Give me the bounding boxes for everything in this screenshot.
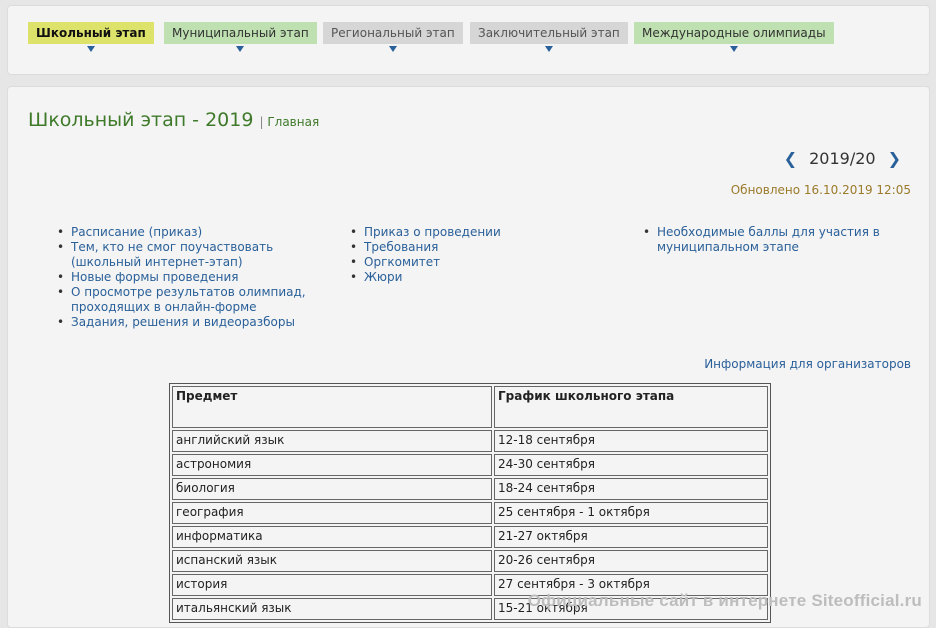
column-header-subject: Предмет bbox=[172, 386, 492, 428]
list-item: Тем, кто не смог поучаствовать (школьный… bbox=[57, 240, 317, 270]
list-item: Расписание (приказ) bbox=[57, 225, 317, 240]
list-item: Задания, решения и видеоразборы bbox=[57, 315, 317, 330]
subject-cell: английский язык bbox=[172, 430, 492, 452]
list-item: Жюри bbox=[350, 270, 610, 285]
title-text: Школьный этап - 2019 bbox=[28, 109, 254, 131]
main-content-panel: Школьный этап - 2019 | Главная ❮ 2019/20… bbox=[7, 86, 930, 628]
tab-label: Муниципальный этап bbox=[172, 26, 309, 40]
watermark-text: Официальные сайт в интернете Siteofficia… bbox=[527, 591, 922, 610]
date-cell: 20-26 сентября bbox=[494, 550, 768, 572]
tab-municipal-stage[interactable]: Муниципальный этап bbox=[164, 22, 317, 52]
list-item: Новые формы проведения bbox=[57, 270, 317, 285]
table-row: английский язык 12-18 сентября bbox=[172, 430, 768, 452]
tab-label: Школьный этап bbox=[36, 26, 146, 40]
tab-label: Региональный этап bbox=[331, 26, 455, 40]
link-schedule-order[interactable]: Расписание (приказ) bbox=[71, 225, 202, 239]
organizers-info-link[interactable]: Информация для организаторов bbox=[704, 357, 911, 371]
subject-cell: информатика bbox=[172, 526, 492, 548]
tab-international[interactable]: Международные олимпиады bbox=[634, 22, 834, 52]
link-tasks-solutions[interactable]: Задания, решения и видеоразборы bbox=[71, 315, 295, 329]
dropdown-triangle-icon bbox=[729, 46, 738, 52]
links-column-2: Приказ о проведении Требования Оргкомите… bbox=[350, 225, 610, 285]
page-title: Школьный этап - 2019 | Главная bbox=[28, 109, 319, 131]
list-item: Оргкомитет bbox=[350, 255, 610, 270]
table-row: информатика 21-27 октября bbox=[172, 526, 768, 548]
subject-cell: история bbox=[172, 574, 492, 596]
tab-label: Международные олимпиады bbox=[642, 26, 826, 40]
table-row: география 25 сентября - 1 октября bbox=[172, 502, 768, 524]
link-requirements[interactable]: Требования bbox=[364, 240, 438, 254]
tab-final-stage[interactable]: Заключительный этап bbox=[470, 22, 628, 52]
link-jury[interactable]: Жюри bbox=[364, 270, 402, 284]
subject-cell: испанский язык bbox=[172, 550, 492, 572]
dropdown-triangle-icon bbox=[86, 46, 95, 52]
date-cell: 21-27 октября bbox=[494, 526, 768, 548]
list-item: Необходимые баллы для участия в муниципа… bbox=[643, 225, 893, 255]
updated-timestamp: Обновлено 16.10.2019 12:05 bbox=[730, 183, 911, 197]
breadcrumb-home-link[interactable]: Главная bbox=[267, 115, 319, 129]
link-new-forms[interactable]: Новые формы проведения bbox=[71, 270, 238, 284]
date-cell: 12-18 сентября bbox=[494, 430, 768, 452]
chevron-left-icon[interactable]: ❮ bbox=[784, 149, 797, 168]
list-item: Приказ о проведении bbox=[350, 225, 610, 240]
tab-regional-stage[interactable]: Региональный этап bbox=[323, 22, 463, 52]
column-header-schedule: График школьного этапа bbox=[494, 386, 768, 428]
subject-cell: биология bbox=[172, 478, 492, 500]
schedule-table: Предмет График школьного этапа английски… bbox=[169, 383, 771, 623]
date-cell: 24-30 сентября bbox=[494, 454, 768, 476]
link-required-scores[interactable]: Необходимые баллы для участия в муниципа… bbox=[657, 225, 880, 254]
table-row: испанский язык 20-26 сентября bbox=[172, 550, 768, 572]
breadcrumb-separator: | bbox=[259, 115, 264, 129]
year-label: 2019/20 bbox=[809, 149, 876, 168]
subject-cell: география bbox=[172, 502, 492, 524]
table-row: астрономия 24-30 сентября bbox=[172, 454, 768, 476]
dropdown-triangle-icon bbox=[236, 46, 245, 52]
chevron-right-icon[interactable]: ❯ bbox=[888, 149, 901, 168]
dropdown-triangle-icon bbox=[388, 46, 397, 52]
date-cell: 25 сентября - 1 октября bbox=[494, 502, 768, 524]
top-navigation-panel: Школьный этап Муниципальный этап Региона… bbox=[7, 5, 930, 75]
table-header-row: Предмет График школьного этапа bbox=[172, 386, 768, 428]
list-item: О просмотре результатов олимпиад, проход… bbox=[57, 285, 317, 315]
dropdown-triangle-icon bbox=[544, 46, 553, 52]
date-cell: 18-24 сентября bbox=[494, 478, 768, 500]
links-column-1: Расписание (приказ) Тем, кто не смог поу… bbox=[57, 225, 317, 330]
link-org-committee[interactable]: Оргкомитет bbox=[364, 255, 440, 269]
subject-cell: итальянский язык bbox=[172, 598, 492, 620]
tab-school-stage[interactable]: Школьный этап bbox=[28, 22, 154, 52]
subject-cell: астрономия bbox=[172, 454, 492, 476]
links-column-3: Необходимые баллы для участия в муниципа… bbox=[643, 225, 893, 255]
table-row: биология 18-24 сентября bbox=[172, 478, 768, 500]
year-navigator: ❮ 2019/20 ❯ bbox=[784, 149, 901, 168]
list-item: Требования bbox=[350, 240, 610, 255]
link-internet-stage[interactable]: Тем, кто не смог поучаствовать (школьный… bbox=[71, 240, 273, 269]
tab-label: Заключительный этап bbox=[478, 26, 620, 40]
link-online-results[interactable]: О просмотре результатов олимпиад, проход… bbox=[71, 285, 306, 314]
link-order[interactable]: Приказ о проведении bbox=[364, 225, 501, 239]
